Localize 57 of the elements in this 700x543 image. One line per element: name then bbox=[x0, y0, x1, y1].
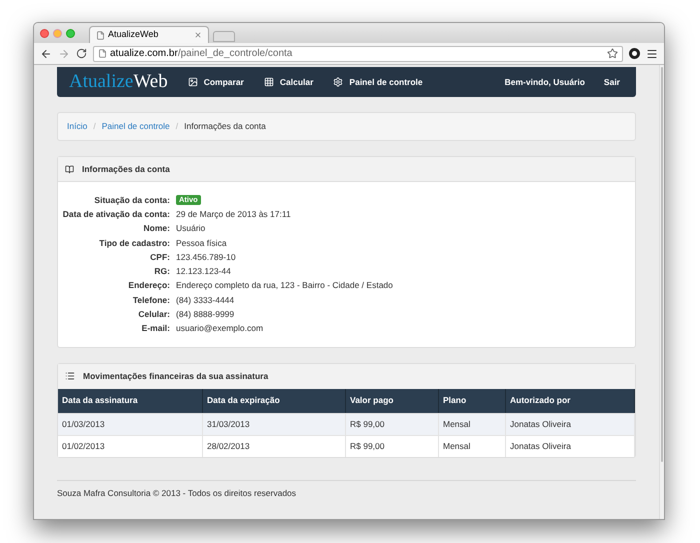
field-label: E-mail: bbox=[140, 322, 170, 336]
table-cell: R$ 99,00 bbox=[346, 436, 439, 457]
close-window-icon[interactable] bbox=[40, 28, 49, 38]
logout-link[interactable]: Sair bbox=[604, 76, 620, 88]
back-icon[interactable] bbox=[40, 48, 52, 60]
table-cell: Mensal bbox=[439, 436, 506, 457]
list-icon bbox=[65, 371, 75, 382]
close-tab-icon[interactable] bbox=[194, 31, 202, 39]
table-cell: 28/02/2013 bbox=[203, 436, 346, 457]
field-label: Data de ativação da conta: bbox=[62, 208, 170, 221]
breadcrumb-item[interactable]: Início bbox=[67, 120, 88, 133]
nav-link[interactable]: Painel de controle bbox=[333, 76, 423, 88]
breadcrumb-separator: / bbox=[93, 120, 96, 133]
field-value: (84) 8888-9999 bbox=[176, 308, 234, 321]
field-label: RG: bbox=[153, 265, 170, 278]
table-cell: Jonatas Oliveira bbox=[506, 436, 635, 457]
bookmark-star-icon[interactable] bbox=[607, 48, 618, 59]
settings-icon bbox=[333, 77, 344, 87]
zoom-window-icon[interactable] bbox=[66, 28, 75, 38]
field-value: Endereço completo da rua, 123 - Bairro - Cidade / Estado bbox=[176, 279, 393, 292]
brand-logo[interactable]: AtualizeWeb bbox=[69, 68, 168, 96]
welcome-link[interactable]: Bem-vindo, Usuário bbox=[504, 76, 585, 88]
grid-icon bbox=[264, 77, 274, 87]
field-value: 12.123.123-44 bbox=[176, 265, 231, 278]
field-value: Pessoa física bbox=[176, 236, 227, 250]
field-value: usuario@exemplo.com bbox=[176, 322, 264, 336]
nav-link[interactable]: Comparar bbox=[188, 76, 244, 88]
forward-icon[interactable] bbox=[58, 48, 70, 60]
field-label: Celular: bbox=[137, 308, 170, 321]
field-label: Endereço: bbox=[127, 279, 170, 292]
footer-text: Souza Mafra Consultoria © 2013 - Todos os direitos reservados bbox=[57, 488, 296, 498]
url-text: atualize.com.br/painel_de_controle/conta bbox=[110, 47, 294, 61]
field-value: (84) 3333-4444 bbox=[176, 294, 234, 306]
field-value: 29 de Março de 2013 às 17:11 bbox=[176, 208, 291, 221]
picture-icon bbox=[188, 77, 198, 87]
field-label: Tipo de cadastro: bbox=[98, 236, 170, 250]
nav-link[interactable]: Calcular bbox=[264, 76, 314, 88]
field-label: Telefone: bbox=[132, 294, 170, 306]
extension-icon[interactable] bbox=[629, 48, 640, 59]
reload-icon[interactable] bbox=[76, 48, 87, 59]
breadcrumb-item[interactable]: Painel de controle bbox=[102, 120, 170, 133]
book-icon bbox=[65, 164, 74, 174]
menu-icon[interactable] bbox=[646, 48, 658, 60]
panel-title: Informações da conta bbox=[82, 162, 170, 176]
field-value: 123.456.789-10 bbox=[176, 250, 236, 264]
page-icon bbox=[96, 30, 105, 40]
table-cell: 01/02/2013 bbox=[58, 436, 203, 457]
field-label: Situação da conta: bbox=[93, 194, 170, 206]
page-icon bbox=[98, 49, 107, 58]
panel-title: Movimentações financeiras da sua assinatura bbox=[83, 370, 268, 383]
breadcrumb-separator: / bbox=[176, 120, 178, 133]
address-bar[interactable]: atualize.com.br/painel_de_controle/conta bbox=[93, 46, 623, 62]
field-value: Usuário bbox=[176, 222, 206, 235]
field-label: CPF: bbox=[149, 250, 170, 264]
breadcrumb-item: Informações da conta bbox=[184, 120, 266, 133]
browser-tab[interactable]: AtualizeWeb bbox=[89, 26, 209, 43]
field-label: Nome: bbox=[142, 222, 170, 235]
